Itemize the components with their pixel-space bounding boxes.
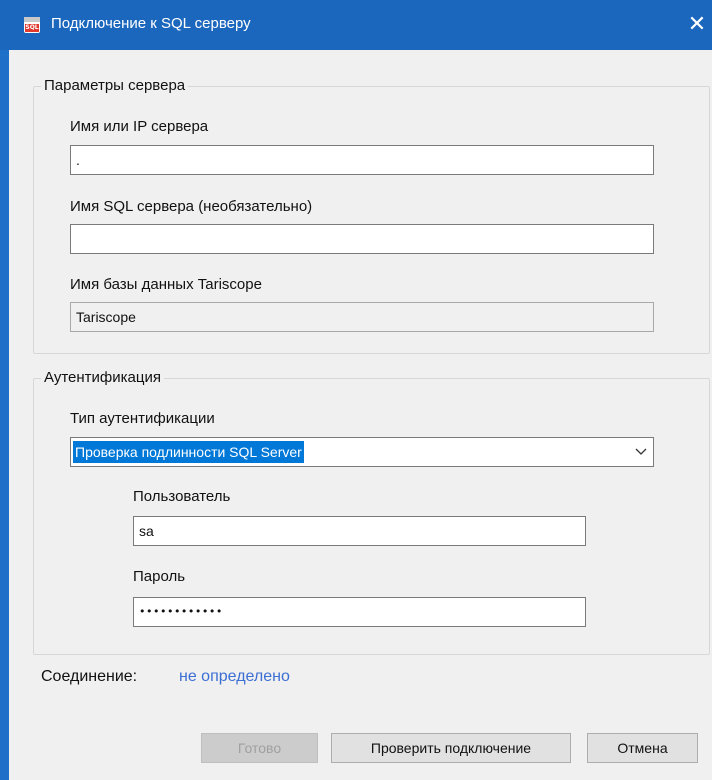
- sql-instance-input[interactable]: [70, 224, 654, 254]
- database-name-field: Tariscope: [70, 302, 654, 332]
- auth-type-label: Тип аутентификации: [70, 410, 215, 427]
- auth-type-select[interactable]: Проверка подлинности SQL Server: [70, 437, 654, 467]
- database-name-label: Имя базы данных Tariscope: [70, 276, 262, 293]
- auth-type-selected-value: Проверка подлинности SQL Server: [73, 441, 304, 463]
- cancel-button[interactable]: Отмена: [587, 733, 698, 763]
- done-button[interactable]: Готово: [201, 733, 318, 763]
- test-connection-button[interactable]: Проверить подключение: [331, 733, 571, 763]
- connection-status: не определено: [179, 668, 290, 685]
- authentication-group: Аутентификация Тип аутентификации Провер…: [33, 369, 710, 655]
- server-host-input[interactable]: .: [70, 145, 654, 175]
- user-input[interactable]: sa: [133, 516, 586, 546]
- connection-label: Соединение:: [41, 668, 138, 685]
- authentication-title: Аутентификация: [41, 369, 164, 387]
- user-label: Пользователь: [133, 488, 231, 505]
- password-label: Пароль: [133, 568, 186, 585]
- chevron-down-icon: [635, 448, 647, 455]
- close-button[interactable]: ✕: [682, 8, 712, 42]
- sql-database-icon: [24, 17, 40, 33]
- title-bar: Подключение к SQL серверу ✕: [0, 0, 712, 50]
- server-host-label: Имя или IP сервера: [70, 118, 209, 135]
- server-parameters-group: Параметры сервера Имя или IP сервера . И…: [33, 77, 710, 354]
- dialog-body: Параметры сервера Имя или IP сервера . И…: [9, 50, 712, 780]
- window-title: Подключение к SQL серверу: [51, 15, 251, 32]
- sql-instance-label: Имя SQL сервера (необязательно): [70, 198, 313, 215]
- password-input[interactable]: ••••••••••••: [133, 597, 586, 627]
- server-parameters-title: Параметры сервера: [41, 77, 189, 95]
